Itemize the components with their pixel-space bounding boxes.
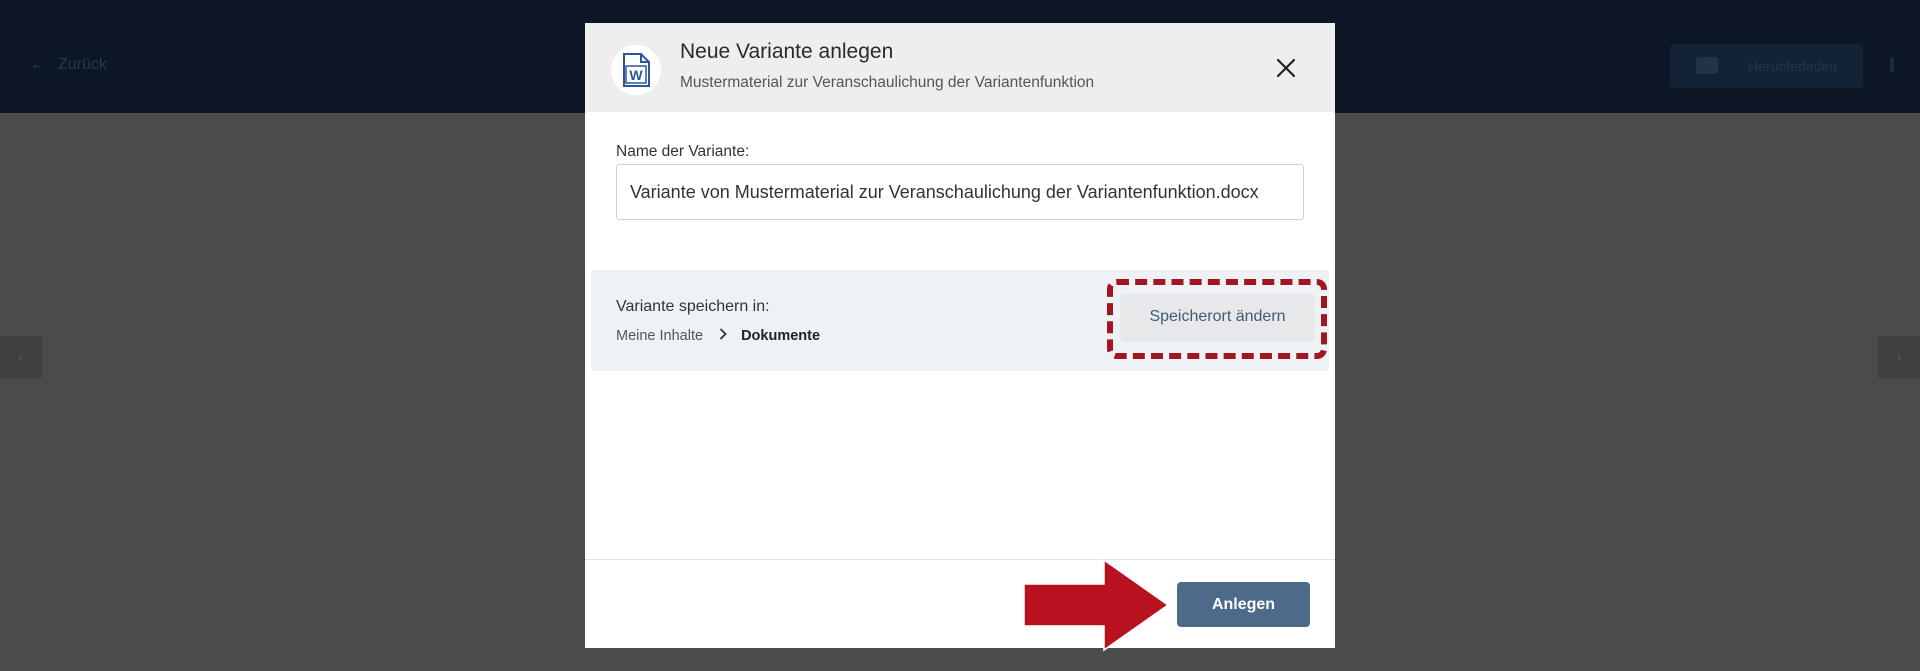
download-button[interactable]: Herunterladen bbox=[1670, 44, 1863, 88]
new-variant-dialog: W Neue Variante anlegen Mustermaterial z… bbox=[585, 23, 1335, 652]
variant-name-input[interactable] bbox=[616, 164, 1304, 220]
dialog-header: W Neue Variante anlegen Mustermaterial z… bbox=[585, 23, 1335, 112]
back-label: Zurück bbox=[58, 56, 107, 73]
change-location-button[interactable]: Speicherort ändern bbox=[1121, 294, 1314, 340]
close-icon bbox=[1277, 59, 1295, 77]
arrow-left-icon: ← bbox=[30, 56, 46, 73]
dialog-subtitle: Mustermaterial zur Veranschaulichung der… bbox=[680, 74, 1095, 91]
close-button[interactable] bbox=[1271, 53, 1301, 83]
create-button[interactable]: Anlegen bbox=[1177, 582, 1310, 627]
word-document-icon: W bbox=[611, 45, 661, 95]
previous-page-button[interactable]: ‹ bbox=[0, 336, 42, 378]
save-location-label: Variante speichern in: bbox=[616, 298, 770, 315]
download-label: Herunterladen bbox=[1748, 58, 1837, 74]
breadcrumb-item-my-content: Meine Inhalte bbox=[616, 328, 704, 344]
next-page-button[interactable]: › bbox=[1878, 336, 1920, 378]
arrow-right-annotation-icon bbox=[1023, 558, 1170, 652]
footer-divider bbox=[585, 559, 1335, 560]
breadcrumb: Meine Inhalte Dokumente bbox=[616, 328, 820, 344]
back-link[interactable]: ← Zurück bbox=[30, 56, 107, 74]
download-icon bbox=[1696, 57, 1718, 74]
breadcrumb-item-documents: Dokumente bbox=[741, 328, 821, 344]
save-location-panel: Variante speichern in: Meine Inhalte Dok… bbox=[591, 270, 1329, 371]
variant-name-label: Name der Variante: bbox=[616, 143, 750, 160]
svg-text:W: W bbox=[629, 67, 643, 83]
dialog-title: Neue Variante anlegen bbox=[680, 40, 894, 63]
more-options-icon[interactable] bbox=[1890, 57, 1894, 73]
chevron-right-icon bbox=[719, 328, 727, 344]
